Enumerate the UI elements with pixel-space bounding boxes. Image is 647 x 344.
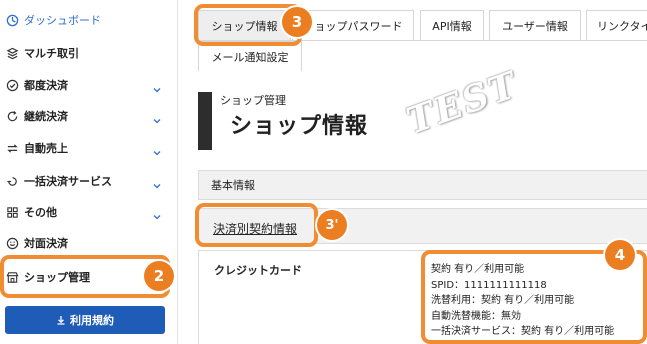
- chevron-down-icon[interactable]: [152, 143, 162, 156]
- terms-button-label: 利用規約: [70, 314, 114, 327]
- refresh-icon: [5, 109, 19, 123]
- annotation-badge-2: 2: [144, 261, 174, 291]
- download-icon: [57, 316, 65, 325]
- sidebar-item-dashboard[interactable]: ダッシュボード: [0, 5, 178, 35]
- tab-link-type[interactable]: リンクタイ: [586, 10, 647, 40]
- smile-icon: [5, 236, 19, 250]
- sidebar-item-auto-sales[interactable]: 自動売上: [0, 133, 178, 163]
- tab-label: ユーザー情報: [502, 19, 568, 33]
- batch-icon: [5, 174, 19, 188]
- sidebar-item-other[interactable]: その他: [0, 197, 178, 227]
- chevron-down-icon[interactable]: [152, 80, 162, 93]
- sidebar-item-label: 自動売上: [24, 142, 68, 155]
- section-basic-label: 基本情報: [211, 179, 255, 192]
- annotation-badge-3-prime: 3': [317, 210, 347, 240]
- sidebar-item-label: 一括決済サービス: [24, 175, 112, 188]
- sidebar-item-recurring-payment[interactable]: 継続決済: [0, 101, 178, 131]
- multi-transaction-icon: [5, 46, 19, 60]
- tab-api-info[interactable]: API情報: [420, 10, 484, 40]
- dashboard-icon: [5, 13, 19, 27]
- chevron-down-icon[interactable]: [152, 207, 162, 220]
- sidebar-item-label: 継続決済: [24, 110, 68, 123]
- sidebar-item-multi-transaction[interactable]: マルチ取引: [0, 38, 178, 68]
- tab-label: メール通知設定: [211, 50, 289, 64]
- terms-button[interactable]: 利用規約: [5, 306, 165, 334]
- page-title: ショップ情報: [230, 114, 369, 139]
- check-circle-icon: [5, 78, 19, 92]
- section-basic-info[interactable]: 基本情報: [198, 170, 647, 200]
- chevron-down-icon[interactable]: [152, 111, 162, 124]
- grid-icon: [5, 205, 19, 219]
- title-accent-bar: [198, 92, 212, 150]
- breadcrumb: ショップ管理: [220, 94, 286, 107]
- sidebar-item-batch-payment[interactable]: 一括決済サービス: [0, 166, 178, 196]
- sidebar-item-label: 対面決済: [24, 237, 68, 250]
- annotation-badge-3: 3: [282, 7, 312, 37]
- tab-user-info[interactable]: ユーザー情報: [489, 10, 581, 40]
- credit-card-label: クレジットカード: [214, 264, 302, 277]
- sidebar-item-one-time-payment[interactable]: 都度決済: [0, 70, 178, 100]
- highlight-contract-info: [195, 203, 318, 247]
- sync-arrows-icon: [5, 141, 19, 155]
- sidebar-item-label: マルチ取引: [24, 47, 79, 60]
- test-watermark: TEST: [401, 63, 524, 143]
- sidebar-item-face-to-face[interactable]: 対面決済: [0, 228, 178, 258]
- sidebar-item-label: ダッシュボード: [24, 14, 101, 27]
- chevron-down-icon[interactable]: [152, 176, 162, 189]
- sidebar-item-label: 都度決済: [24, 79, 68, 92]
- sidebar-item-label: その他: [24, 206, 57, 219]
- tab-label: API情報: [432, 19, 472, 33]
- tab-label: ショップパスワード: [303, 19, 403, 33]
- annotation-badge-4: 4: [605, 240, 635, 270]
- tab-label: リンクタイ: [597, 19, 647, 33]
